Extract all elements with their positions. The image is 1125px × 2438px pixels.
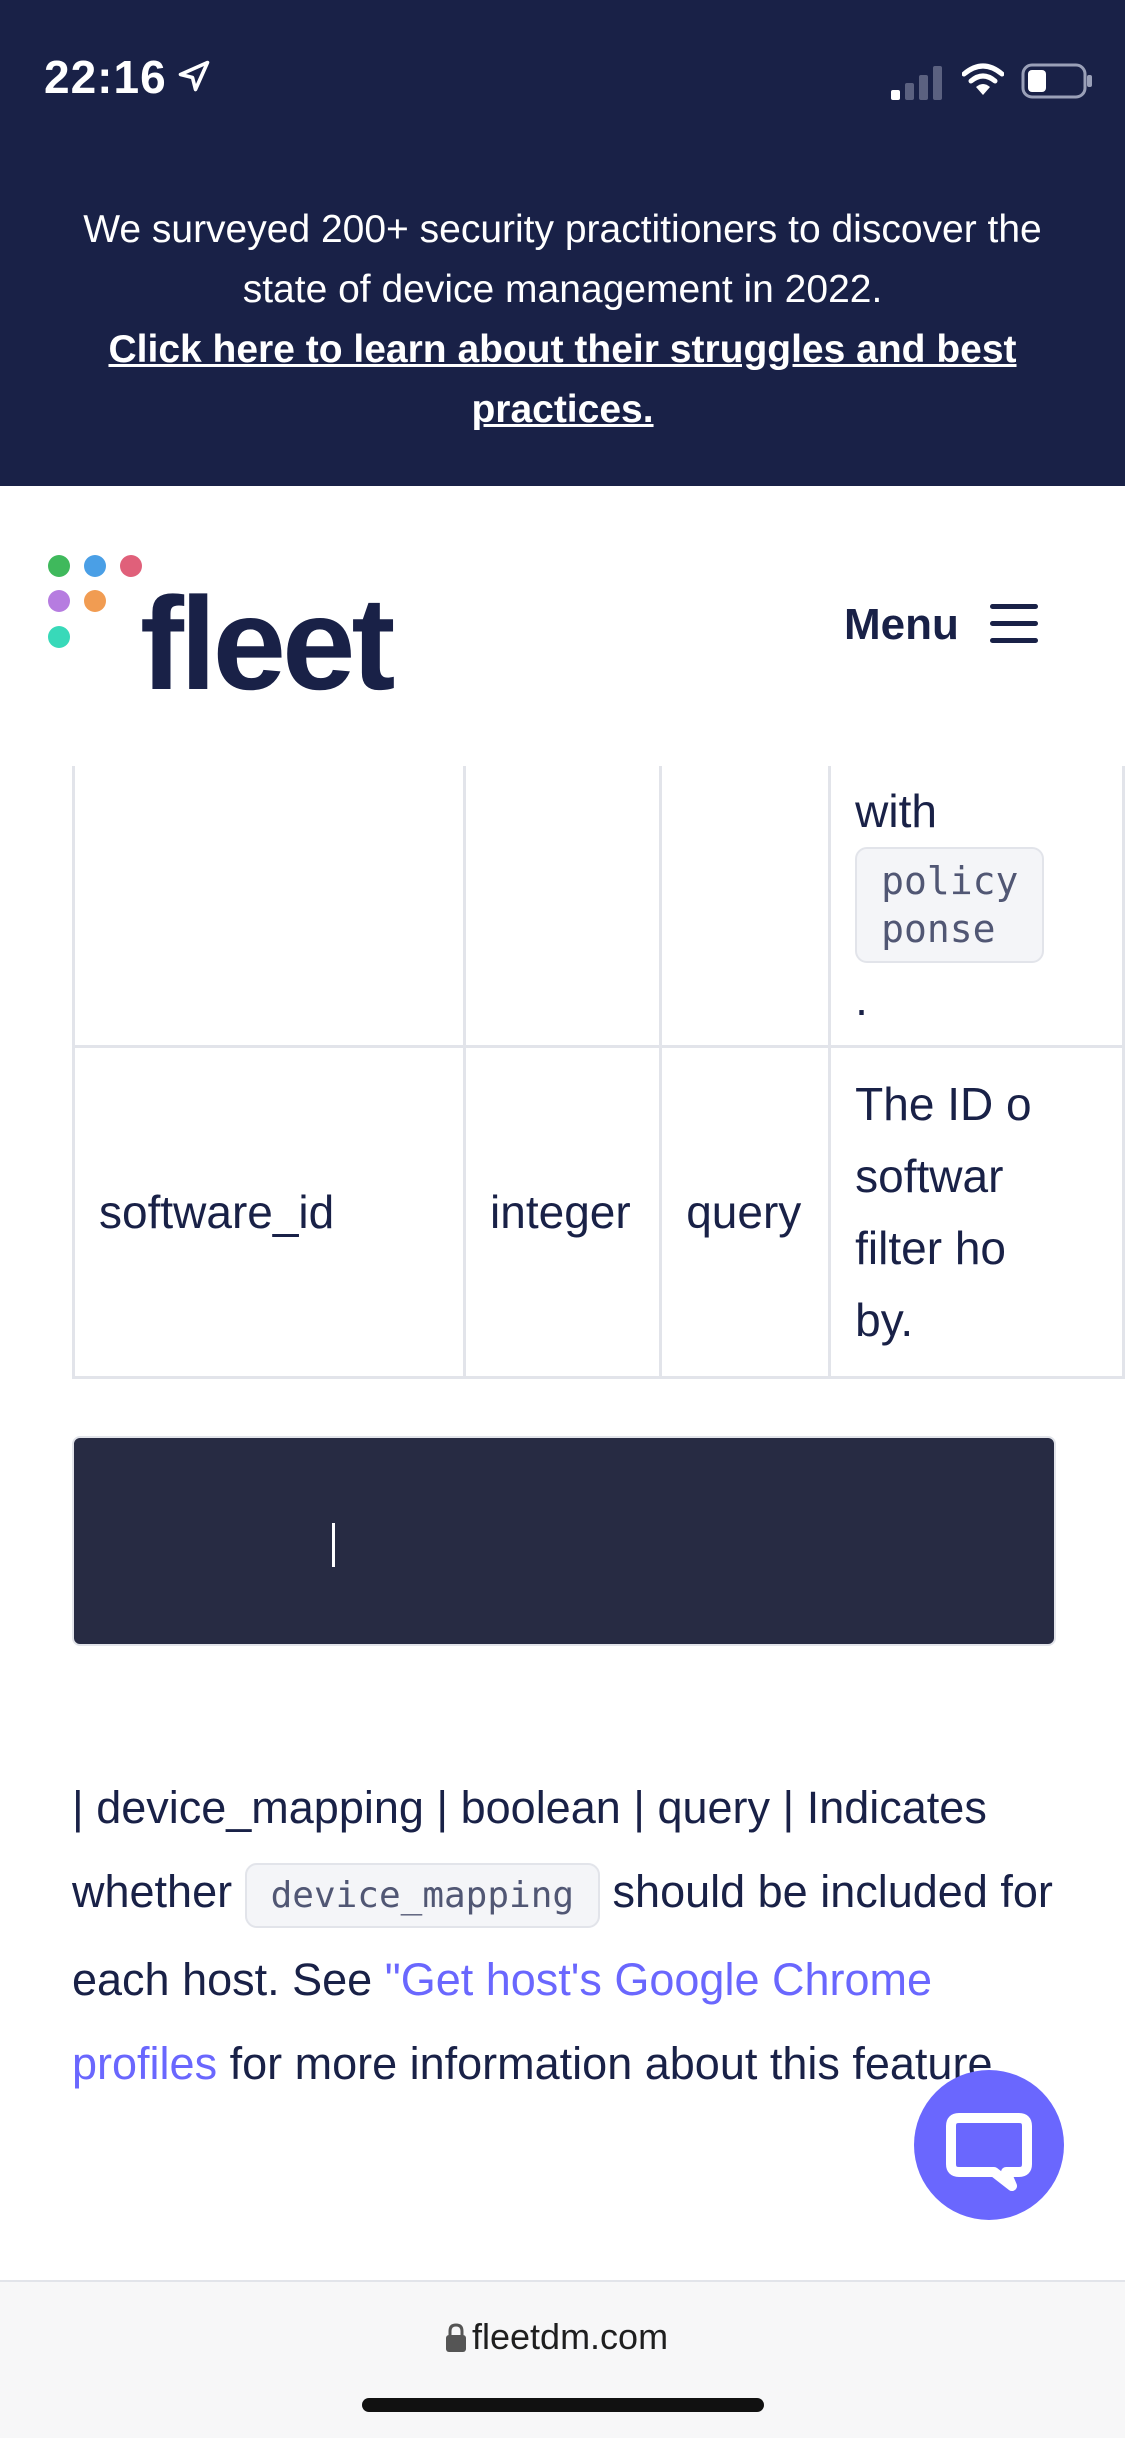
wifi-icon — [962, 63, 1004, 95]
code-chip-line-1: policy — [881, 859, 1019, 903]
lock-icon — [446, 2323, 466, 2352]
menu-button[interactable]: Menu — [844, 596, 1044, 656]
param-type-cell: integer — [463, 1045, 663, 1379]
menu-label: Menu — [844, 600, 959, 649]
table-row: with policy ponse . — [72, 766, 1125, 1048]
chat-button[interactable] — [914, 2070, 1064, 2220]
survey-link[interactable]: Click here to learn about their struggle… — [83, 320, 1043, 440]
url-text[interactable]: fleetdm.com — [472, 2316, 668, 2358]
hamburger-icon — [990, 604, 1038, 643]
cell-signal-icon — [891, 66, 942, 100]
banner-line-1: We surveyed 200+ security practitioners … — [83, 208, 1042, 251]
desc-line: by. — [855, 1294, 914, 1346]
param-description-cell: The ID o softwar filter ho by. — [828, 1045, 1125, 1379]
paragraph-text: for more information about this feature. — [217, 2038, 1005, 2089]
fleet-logo[interactable]: fleet — [140, 578, 395, 710]
home-indicator[interactable] — [362, 2398, 764, 2412]
desc-line: softwar — [855, 1150, 1004, 1202]
status-bar: 22:16 — [0, 0, 1125, 151]
text-cursor — [332, 1523, 335, 1567]
fleet-logo-dots-icon[interactable] — [44, 550, 154, 660]
table-row: software_id integer query The ID o softw… — [72, 1045, 1125, 1379]
browser-url-bar[interactable] — [0, 2280, 1125, 2438]
desc-end: . — [855, 973, 868, 1025]
param-name-cell: software_id — [72, 1045, 467, 1379]
battery-icon — [1021, 63, 1092, 99]
code-chip: policy ponse — [855, 847, 1045, 963]
banner-text: We surveyed 200+ security practitioners … — [24, 200, 1101, 440]
param-name-cell — [72, 766, 467, 1048]
code-chip-line-2: ponse — [881, 907, 996, 951]
chat-bubble-icon — [946, 2113, 1032, 2191]
status-time: 22:16 — [44, 51, 167, 103]
code-block[interactable] — [72, 1436, 1056, 1646]
parameters-table[interactable]: with policy ponse . software_id integer q… — [72, 766, 1125, 1386]
inline-code: device_mapping — [244, 1863, 601, 1928]
location-arrow-icon — [178, 60, 210, 92]
banner-line-2: state of device management in 2022. — [242, 268, 883, 311]
device-mapping-paragraph: | device_mapping | boolean | query | Ind… — [72, 1766, 1062, 2106]
param-type-cell — [463, 766, 663, 1048]
desc-line: The ID o — [855, 1078, 1032, 1130]
announcement-banner: We surveyed 200+ security practitioners … — [0, 150, 1125, 486]
param-description-cell: with policy ponse . — [828, 766, 1125, 1048]
param-in-cell: query — [659, 1045, 832, 1379]
desc-line: filter ho — [855, 1222, 1007, 1274]
desc-text: with — [855, 785, 937, 837]
param-in-cell — [659, 766, 832, 1048]
